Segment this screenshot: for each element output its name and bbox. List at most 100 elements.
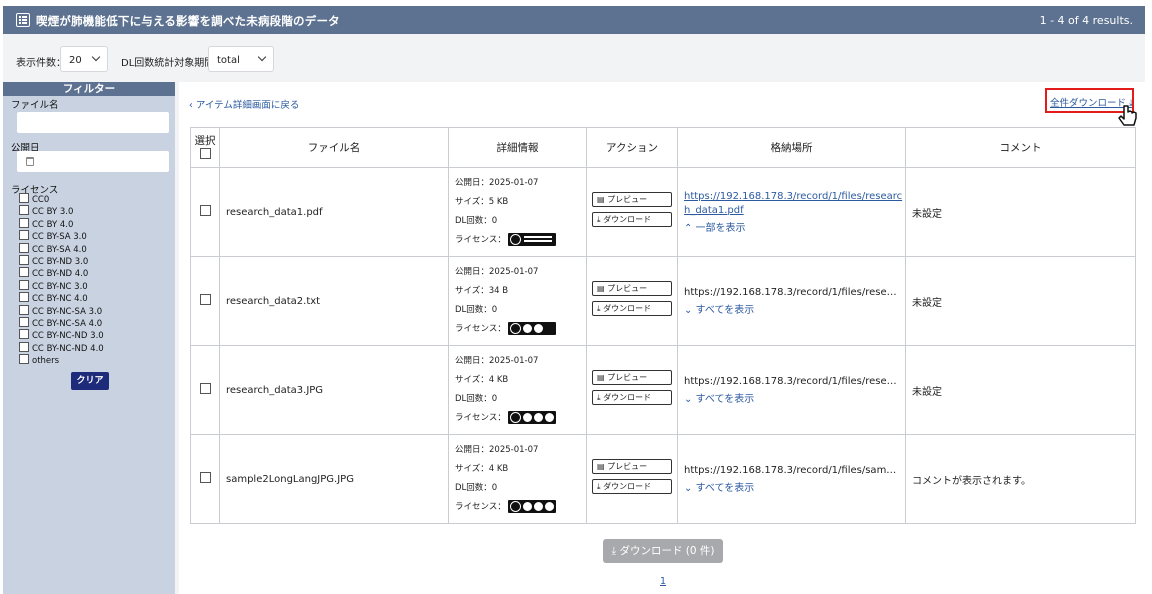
download-label: ダウンロード [603, 482, 652, 491]
license-info: ライセンス： [455, 409, 586, 428]
file-url-link[interactable]: https://192.168.178.3/record/1/files/res… [684, 191, 902, 216]
license-filter-item[interactable]: CC BY-NC 4.0 [19, 292, 88, 304]
preview-button[interactable]: ▤ プレビュー [592, 192, 672, 207]
clear-button[interactable]: クリア [71, 372, 109, 390]
license-checkbox[interactable] [19, 230, 29, 241]
files-table: 選択 ファイル名 詳細情報 アクション 格納場所 コメント research_d… [190, 127, 1136, 524]
license-option-label: CC BY-SA 3.0 [32, 232, 87, 243]
details-cell: 公開日：2025-01-07 サイズ：4 KB DL回数：0 ライセンス： [448, 434, 587, 524]
publish-date: 公開日：2025-01-07 [455, 267, 539, 277]
file-size: サイズ：5 KB [455, 197, 509, 207]
license-checkbox[interactable] [19, 354, 29, 365]
license-checkbox[interactable] [19, 317, 29, 327]
file-url-text: https://192.168.178.3/record/1/files/res… [684, 376, 897, 387]
license-checkbox[interactable] [19, 205, 29, 216]
download-count: DL回数：0 [455, 483, 498, 493]
license-filter-item[interactable]: CC BY-NC-SA 3.0 [19, 304, 103, 317]
column-header: コメント [905, 127, 1136, 168]
license-filter-item[interactable]: CC BY-NC-SA 4.0 [19, 317, 102, 329]
license-option-label: CC BY-NC-ND 4.0 [32, 343, 104, 354]
download-button[interactable]: ⤓ ダウンロード [592, 301, 672, 316]
license-checkbox[interactable] [19, 329, 29, 340]
select-all-checkbox[interactable] [199, 148, 211, 159]
row-checkbox[interactable] [199, 472, 211, 483]
license-option-label: CC0 [32, 195, 50, 205]
file-size: サイズ：34 B [455, 286, 509, 296]
license-checkbox[interactable] [19, 341, 29, 352]
toggle-link[interactable]: ⌄ すべてを表示 [684, 390, 905, 405]
per-page-select[interactable]: 20 [60, 46, 108, 72]
actions-cell: ▤ プレビュー ⤓ ダウンロード [586, 345, 678, 435]
page-title: 喫煙が肺機能低下に与える影響を調べた未病段階のデータ [36, 14, 340, 28]
download-button[interactable]: ⤓ ダウンロード [592, 390, 672, 405]
toggle-link[interactable]: ⌃ 一部を表示 [684, 219, 905, 234]
download-button[interactable]: ⤓ ダウンロード [592, 212, 672, 227]
calendar-icon [26, 157, 34, 166]
preview-label: プレビュー [607, 462, 648, 471]
download-button[interactable]: ⤓ ダウンロード [592, 479, 672, 494]
publish-date: 公開日：2025-01-07 [455, 178, 539, 188]
back-link[interactable]: ‹ アイテム詳細画面に戻る [189, 97, 299, 111]
license-filter-item[interactable]: CC BY-NC-ND 4.0 [19, 341, 104, 354]
list-icon [16, 13, 30, 27]
preview-label: プレビュー [607, 195, 648, 204]
license-filter-item[interactable]: CC BY-SA 4.0 [19, 242, 87, 255]
preview-label: プレビュー [607, 373, 648, 382]
preview-icon: ▤ [597, 462, 608, 471]
comment-cell: コメントが表示されます。 [905, 434, 1136, 524]
select-column-header: 選択 [190, 127, 220, 168]
preview-button[interactable]: ▤ プレビュー [592, 459, 672, 474]
toggle-link[interactable]: ⌄ すべてを表示 [684, 479, 905, 494]
license-filter-item[interactable]: CC BY-NC-ND 3.0 [19, 329, 104, 341]
license-checkbox[interactable] [19, 255, 29, 265]
actions-cell: ▤ プレビュー ⤓ ダウンロード [586, 256, 678, 346]
license-checkbox[interactable] [19, 193, 29, 203]
download-selected-button[interactable]: ⤓ ダウンロード (0 件) [603, 539, 723, 563]
toggle-link[interactable]: ⌄ すべてを表示 [684, 301, 905, 316]
row-checkbox[interactable] [199, 294, 211, 305]
license-filter-item[interactable]: CC BY-ND 3.0 [19, 255, 88, 267]
license-option-label: CC BY-NC-SA 3.0 [32, 306, 103, 317]
file-url-text: https://192.168.178.3/record/1/files/res… [684, 287, 897, 298]
pub-date-input[interactable] [17, 151, 169, 172]
license-filter-item[interactable]: CC BY-NC 3.0 [19, 279, 88, 292]
preview-icon: ▤ [597, 284, 608, 293]
license-checkbox[interactable] [19, 267, 29, 278]
preview-button[interactable]: ▤ プレビュー [592, 370, 672, 385]
license-filter-item[interactable]: CC BY 4.0 [19, 217, 73, 230]
license-filter-item[interactable]: CC BY 3.0 [19, 205, 73, 217]
location-cell: https://192.168.178.3/record/1/files/sam… [677, 434, 906, 524]
license-checkbox[interactable] [19, 242, 29, 253]
main-panel: ‹ アイテム詳細画面に戻る 全件ダウンロード ⤓ 選択 ファイル名 詳細情報 ア… [179, 82, 1145, 594]
license-option-label: CC BY-ND 4.0 [32, 269, 89, 280]
file-name-input[interactable] [17, 112, 169, 133]
comment-cell: 未設定 [905, 345, 1136, 435]
license-info: ライセンス： [455, 320, 586, 339]
license-checkbox[interactable] [19, 279, 29, 290]
file-name-label: ファイル名 [11, 100, 59, 111]
chevron-down-icon [257, 52, 267, 62]
file-size: サイズ：4 KB [455, 375, 509, 385]
column-label: 選択 [194, 135, 216, 147]
publish-date: 公開日：2025-01-07 [455, 445, 539, 455]
license-checkbox[interactable] [19, 292, 29, 303]
dl-period-select[interactable]: total [208, 46, 274, 72]
download-count: DL回数：0 [455, 394, 498, 404]
page-number-link[interactable]: 1 [660, 576, 666, 587]
column-header: アクション [586, 127, 678, 168]
preview-button[interactable]: ▤ プレビュー [592, 281, 672, 296]
title-bar: 喫煙が肺機能低下に与える影響を調べた未病段階のデータ 1 - 4 of 4 re… [3, 6, 1145, 34]
download-label: ダウンロード [603, 304, 652, 313]
row-checkbox[interactable] [199, 383, 211, 394]
row-checkbox[interactable] [199, 205, 211, 216]
license-checkbox[interactable] [19, 304, 29, 315]
license-filter-item[interactable]: CC0 [19, 193, 49, 205]
table-row: sample2LongLangJPG.JPG 公開日：2025-01-07 サイズ：… [190, 434, 1136, 524]
license-filter-item[interactable]: CC BY-ND 4.0 [19, 267, 88, 279]
details-cell: 公開日：2025-01-07 サイズ：5 KB DL回数：0 ライセンス： [448, 167, 587, 257]
license-info: ライセンス： [455, 498, 586, 517]
license-filter-item[interactable]: others [19, 354, 59, 366]
license-filter-item[interactable]: CC BY-SA 3.0 [19, 230, 87, 242]
license-checkbox[interactable] [19, 217, 29, 228]
license-option-label: CC BY-SA 4.0 [32, 244, 87, 255]
